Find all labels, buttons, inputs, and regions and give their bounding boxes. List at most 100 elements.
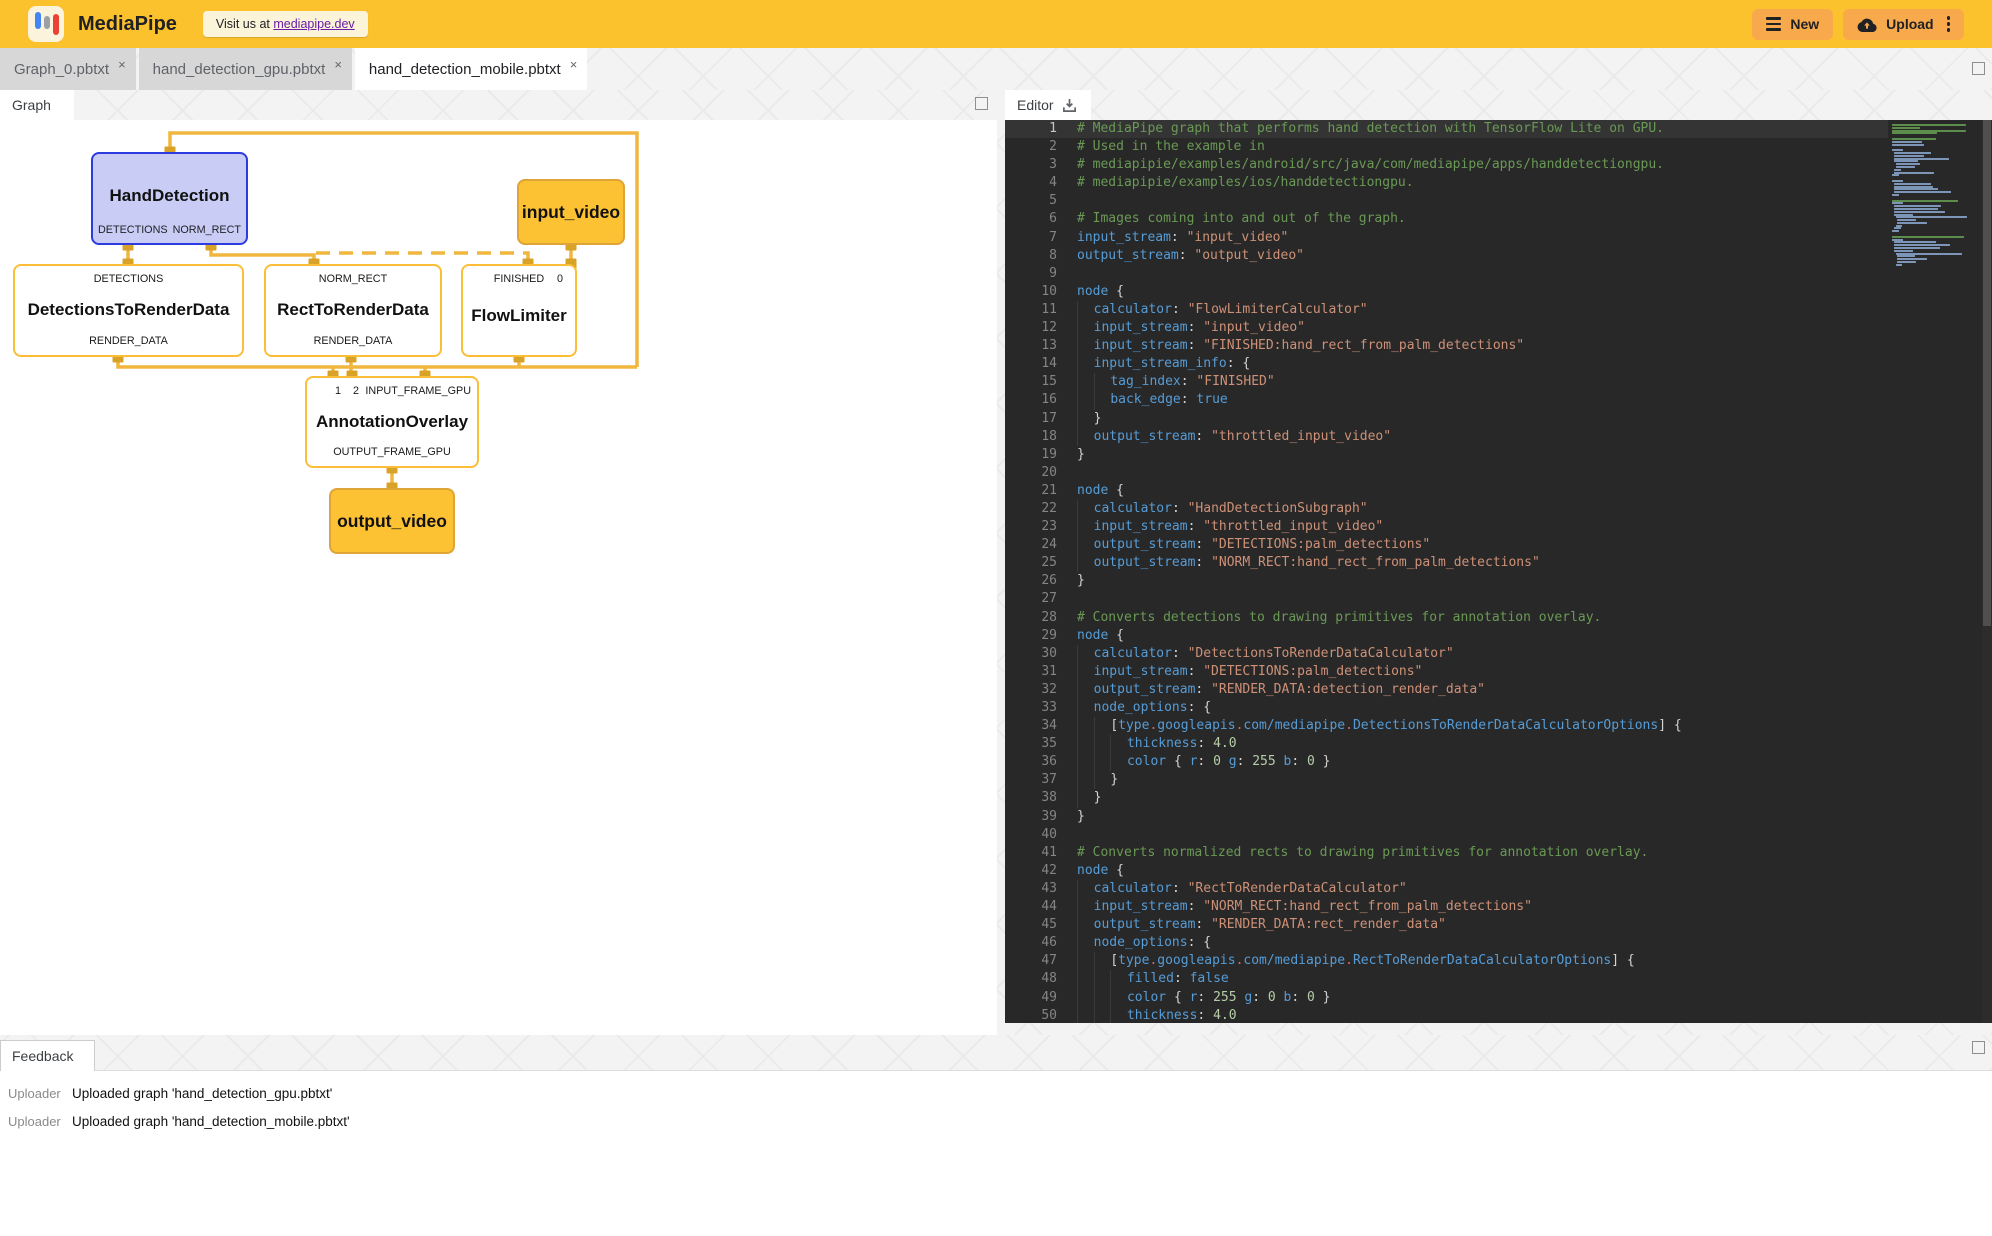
tab-feedback[interactable]: Feedback xyxy=(0,1040,95,1071)
tab-editor[interactable]: Editor xyxy=(1005,90,1091,120)
code-line: 27 xyxy=(1005,590,1888,608)
graph-node-handdetection[interactable]: HandDetection DETECTIONS NORM_RECT xyxy=(91,152,248,245)
in-port-label: 2 xyxy=(353,385,359,397)
graph-edges xyxy=(0,120,997,1035)
code-line: 8output_stream: "output_video" xyxy=(1005,247,1888,265)
file-tab-Graph_0.pbtxt[interactable]: Graph_0.pbtxt× xyxy=(0,48,136,90)
node-title: HandDetection xyxy=(93,172,246,206)
mediapipe-dev-link[interactable]: mediapipe.dev xyxy=(273,17,354,31)
mediapipe-logo-icon xyxy=(28,6,64,42)
code-line: 2# Used in the example in xyxy=(1005,138,1888,156)
code-line: 9 xyxy=(1005,265,1888,283)
code-line: 50 thickness: 4.0 xyxy=(1005,1007,1888,1023)
code-line: 43 calculator: "RectToRenderDataCalculat… xyxy=(1005,880,1888,898)
code-line: 49 color { r: 255 g: 0 b: 0 } xyxy=(1005,989,1888,1007)
code-line: 13 input_stream: "FINISHED:hand_rect_fro… xyxy=(1005,337,1888,355)
code-line: 17 } xyxy=(1005,410,1888,428)
editor-scrollbar-thumb[interactable] xyxy=(1983,120,1991,626)
code-line: 39} xyxy=(1005,808,1888,826)
visit-chip: Visit us at mediapipe.dev xyxy=(203,11,368,37)
file-tab-hand_detection_mobile.pbtxt[interactable]: hand_detection_mobile.pbtxt× xyxy=(355,48,587,90)
file-tab-row: Graph_0.pbtxt×hand_detection_gpu.pbtxt×h… xyxy=(0,48,1992,90)
graph-canvas[interactable]: HandDetection DETECTIONS NORM_RECT input… xyxy=(0,120,997,1035)
feedback-row: UploaderUploaded graph 'hand_detection_m… xyxy=(0,1107,1992,1135)
code-line: 15 tag_index: "FINISHED" xyxy=(1005,373,1888,391)
feedback-row: UploaderUploaded graph 'hand_detection_g… xyxy=(0,1079,1992,1107)
graph-node-flowlimiter[interactable]: FINISHED 0 FlowLimiter xyxy=(461,264,577,357)
out-port-label: RENDER_DATA xyxy=(89,335,168,347)
code-editor[interactable]: 1# MediaPipe graph that performs hand de… xyxy=(1005,120,1888,1023)
visit-prefix: Visit us at xyxy=(216,17,273,31)
hamburger-icon xyxy=(1766,17,1781,30)
file-tab-hand_detection_gpu.pbtxt[interactable]: hand_detection_gpu.pbtxt× xyxy=(139,48,352,90)
editor-expand-icon[interactable] xyxy=(1972,62,1985,75)
new-button[interactable]: New xyxy=(1752,9,1833,40)
code-line: 31 input_stream: "DETECTIONS:palm_detect… xyxy=(1005,663,1888,681)
code-line: 18 output_stream: "throttled_input_video… xyxy=(1005,428,1888,446)
code-line: 22 calculator: "HandDetectionSubgraph" xyxy=(1005,500,1888,518)
close-tab-icon[interactable]: × xyxy=(570,57,578,72)
more-options-icon[interactable] xyxy=(1947,16,1950,31)
code-line: 35 thickness: 4.0 xyxy=(1005,735,1888,753)
graph-node-detectionstorenderdata[interactable]: DETECTIONS DetectionsToRenderData RENDER… xyxy=(13,264,244,357)
close-tab-icon[interactable]: × xyxy=(334,57,342,72)
feedback-strip xyxy=(0,1035,1992,1071)
node-title: DetectionsToRenderData xyxy=(15,300,242,320)
code-line: 42node { xyxy=(1005,862,1888,880)
code-line: 37 } xyxy=(1005,771,1888,789)
in-port-label: 1 xyxy=(335,385,341,397)
code-line: 12 input_stream: "input_video" xyxy=(1005,319,1888,337)
code-line: 11 calculator: "FlowLimiterCalculator" xyxy=(1005,301,1888,319)
code-line: 1# MediaPipe graph that performs hand de… xyxy=(1005,120,1888,138)
feedback-panel: Feedback UploaderUploaded graph 'hand_de… xyxy=(0,1035,1992,1236)
code-line: 40 xyxy=(1005,826,1888,844)
download-icon[interactable] xyxy=(1062,98,1077,113)
code-line: 45 output_stream: "RENDER_DATA:rect_rend… xyxy=(1005,916,1888,934)
in-port-label: FINISHED xyxy=(494,273,544,285)
code-line: 20 xyxy=(1005,464,1888,482)
feedback-text: Uploaded graph 'hand_detection_gpu.pbtxt… xyxy=(72,1086,332,1101)
graph-node-annotationoverlay[interactable]: 1 2 INPUT_FRAME_GPU AnnotationOverlay OU… xyxy=(305,376,479,468)
code-line: 24 output_stream: "DETECTIONS:palm_detec… xyxy=(1005,536,1888,554)
code-line: 41# Converts normalized rects to drawing… xyxy=(1005,844,1888,862)
graph-expand-icon[interactable] xyxy=(975,97,988,110)
feedback-messages: UploaderUploaded graph 'hand_detection_g… xyxy=(0,1079,1992,1135)
code-line: 26} xyxy=(1005,572,1888,590)
editor-scrollbar xyxy=(1982,120,1992,1023)
code-line: 32 output_stream: "RENDER_DATA:detection… xyxy=(1005,681,1888,699)
graph-node-output-video[interactable]: output_video xyxy=(329,488,455,554)
node-title: RectToRenderData xyxy=(266,300,440,320)
code-line: 25 output_stream: "NORM_RECT:hand_rect_f… xyxy=(1005,554,1888,572)
code-line: 30 calculator: "DetectionsToRenderDataCa… xyxy=(1005,645,1888,663)
app-title: MediaPipe xyxy=(78,13,177,36)
code-line: 19} xyxy=(1005,446,1888,464)
code-line: 38 } xyxy=(1005,789,1888,807)
code-line: 36 color { r: 0 g: 255 b: 0 } xyxy=(1005,753,1888,771)
code-line: 29node { xyxy=(1005,627,1888,645)
node-title: output_video xyxy=(337,511,447,532)
upload-button[interactable]: Upload xyxy=(1843,9,1964,40)
feedback-tab-label: Feedback xyxy=(12,1048,73,1064)
feedback-expand-icon[interactable] xyxy=(1972,1041,1985,1054)
graph-node-input-video[interactable]: input_video xyxy=(517,179,625,245)
code-line: 3# mediapipie/examples/android/src/java/… xyxy=(1005,156,1888,174)
editor-minimap[interactable] xyxy=(1892,124,1978,267)
mediapipe-visualizer: { "app": { "name": "MediaPipe", "visit_p… xyxy=(0,0,1992,1236)
in-port-label: NORM_RECT xyxy=(319,273,387,285)
in-port-label: INPUT_FRAME_GPU xyxy=(365,385,471,397)
node-title: AnnotationOverlay xyxy=(307,412,477,432)
code-line: 28# Converts detections to drawing primi… xyxy=(1005,609,1888,627)
code-line: 48 filled: false xyxy=(1005,970,1888,988)
out-port-label: DETECTIONS xyxy=(98,224,168,236)
feedback-text: Uploaded graph 'hand_detection_mobile.pb… xyxy=(72,1114,350,1129)
close-tab-icon[interactable]: × xyxy=(118,57,126,72)
graph-node-recttorenderdata[interactable]: NORM_RECT RectToRenderData RENDER_DATA xyxy=(264,264,442,357)
code-line: 10node { xyxy=(1005,283,1888,301)
code-line: 4# mediapipie/examples/ios/handdetection… xyxy=(1005,174,1888,192)
code-line: 14 input_stream_info: { xyxy=(1005,355,1888,373)
node-title: input_video xyxy=(522,202,620,223)
code-line: 34 [type.googleapis.com/mediapipe.Detect… xyxy=(1005,717,1888,735)
tab-graph[interactable]: Graph xyxy=(0,90,74,120)
feedback-source: Uploader xyxy=(0,1114,72,1129)
code-line: 21node { xyxy=(1005,482,1888,500)
